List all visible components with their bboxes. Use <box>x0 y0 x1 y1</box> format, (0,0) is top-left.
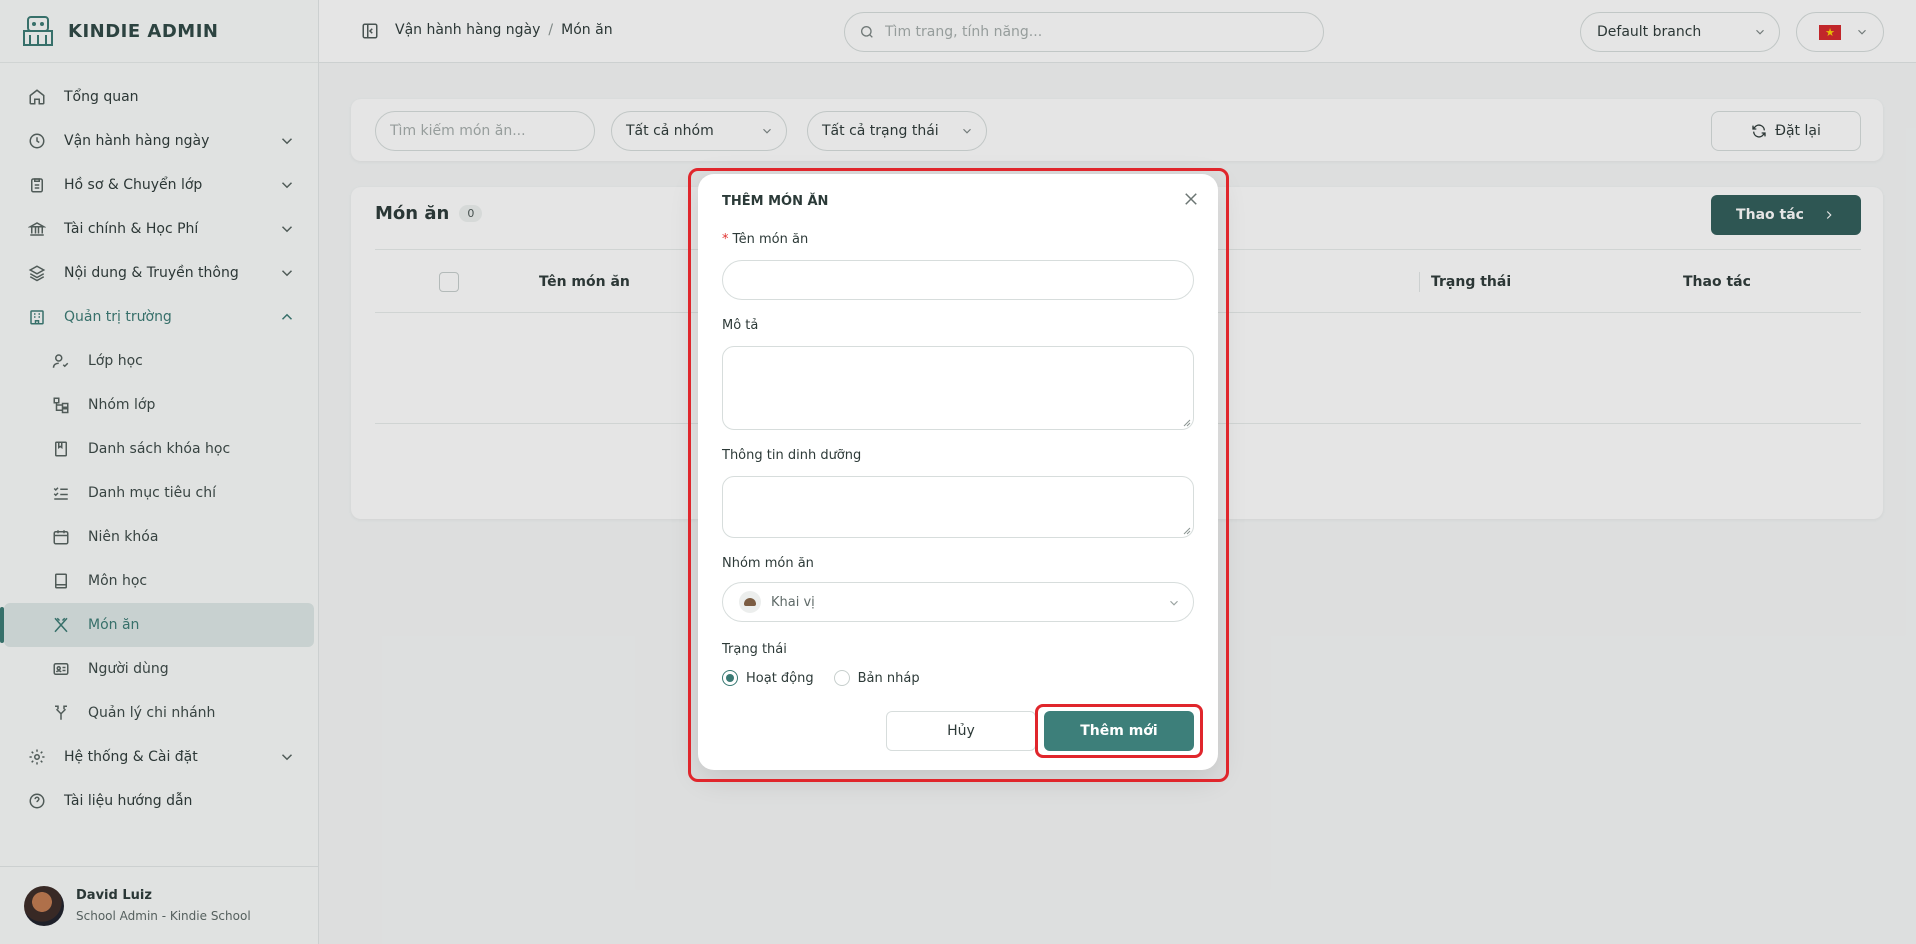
submit-highlight-frame <box>1035 704 1203 758</box>
modal-highlight-frame <box>688 168 1229 782</box>
